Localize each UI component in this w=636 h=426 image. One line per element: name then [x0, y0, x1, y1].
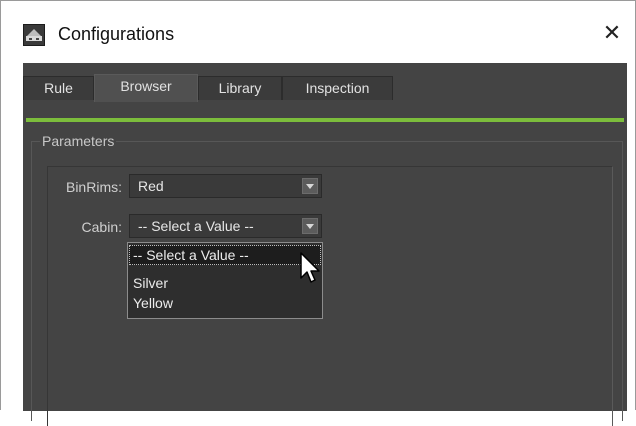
- parameters-legend: Parameters: [40, 133, 117, 149]
- chevron-down-icon[interactable]: [302, 218, 318, 234]
- tab-label: Browser: [120, 78, 172, 94]
- tab-label: Library: [218, 80, 262, 96]
- close-button[interactable]: ✕: [589, 13, 635, 53]
- tab-browser[interactable]: Browser: [94, 74, 198, 102]
- cabin-label: Cabin:: [81, 219, 122, 235]
- configurations-app-icon: [23, 24, 45, 46]
- binrims-select[interactable]: Red: [129, 174, 322, 198]
- window-title: Configurations: [58, 24, 175, 44]
- tab-rule[interactable]: Rule: [23, 76, 94, 100]
- title-bar[interactable]: Configurations ✕: [1, 1, 635, 63]
- tab-label: Rule: [44, 80, 73, 96]
- configurations-window: Configurations ✕ Rule Browser Library In…: [0, 0, 636, 426]
- tab-label: Inspection: [305, 80, 370, 96]
- binrims-value: Red: [138, 178, 164, 194]
- close-icon: ✕: [602, 20, 622, 45]
- cabin-dropdown-list: -- Select a Value -- Silver Yellow: [127, 242, 323, 319]
- cabin-select[interactable]: -- Select a Value --: [129, 214, 322, 238]
- tab-bar: Rule Browser Library Inspection: [23, 74, 627, 102]
- binrims-label: BinRims:: [65, 179, 122, 195]
- dropdown-option-yellow[interactable]: Yellow: [129, 293, 321, 313]
- tab-inspection[interactable]: Inspection: [282, 76, 393, 100]
- chevron-down-icon[interactable]: [302, 178, 318, 194]
- dropdown-option-select-a-value[interactable]: -- Select a Value --: [129, 245, 321, 265]
- tab-library[interactable]: Library: [198, 76, 282, 100]
- tab-accent-line: [26, 118, 624, 122]
- cabin-value: -- Select a Value --: [138, 218, 254, 234]
- dialog-body: Rule Browser Library Inspection Paramete…: [23, 63, 627, 426]
- dropdown-option-silver[interactable]: Silver: [129, 273, 321, 293]
- mouse-cursor-icon: [300, 252, 320, 283]
